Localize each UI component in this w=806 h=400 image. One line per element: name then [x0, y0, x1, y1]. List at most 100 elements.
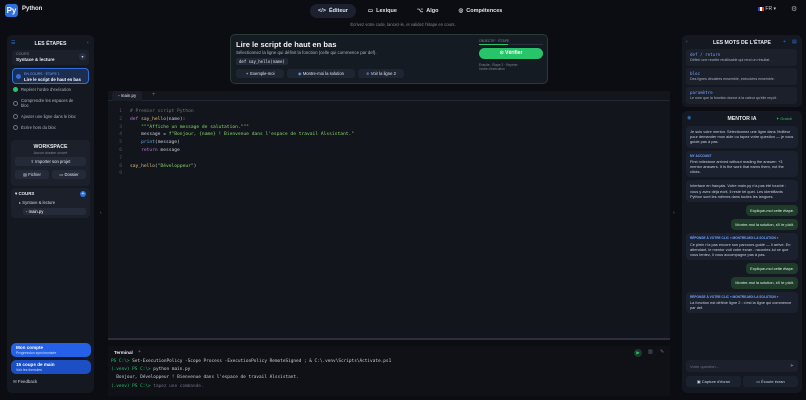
- code-line[interactable]: 5 print (message): [112, 139, 662, 147]
- next-step-note: Ensuite : Étape 2 · Repérer l'ordre d'exé…: [479, 63, 518, 72]
- right-panel: › LES MOTS DE L'ÉTAPE + ▤ def / return D…: [682, 35, 802, 393]
- add-icon[interactable]: +: [80, 191, 86, 197]
- word-card[interactable]: paramètre Le nom que la fonction donne à…: [686, 87, 797, 104]
- user-message: Explique-moi cette étape.: [746, 205, 798, 217]
- code-line[interactable]: 7: [112, 155, 662, 163]
- upload-icon: ⇪: [30, 159, 35, 164]
- main-nav: </> Éditeur ▭ Lexique ⌥ Algo ◎ Compétences: [310, 4, 510, 18]
- open-folder-button[interactable]: ▭ Dossier: [52, 170, 86, 179]
- chat-input[interactable]: Votre question... ➤: [686, 360, 798, 372]
- tree-file-main[interactable]: ▪ main.py: [23, 208, 86, 215]
- message-text: Montre-moi la solution, s'il te plaît.: [735, 280, 794, 286]
- message-text: First milestone arrived without reading …: [690, 158, 784, 175]
- code-token: # Premier script Python: [130, 109, 194, 114]
- message-text: Montre-moi la solution, s'il te plaît.: [735, 222, 794, 228]
- code-line[interactable]: 9: [112, 170, 662, 178]
- line-number: 6: [119, 147, 122, 153]
- edit-icon[interactable]: ✎: [660, 349, 664, 355]
- message-tag: RÉPONSE À VOTRE CLIC « MONTRE-MOI LA SOL…: [690, 236, 779, 241]
- code-area[interactable]: 1 # Premier script Python 2 def say_hello (n…: [112, 108, 662, 178]
- terminal-token: Set-ExecutionPolicy -Scope Process -Exec…: [132, 359, 392, 364]
- message-text: La fonction est définie ligne 2 : c'est …: [690, 299, 792, 311]
- book-icon: ▭: [367, 8, 374, 14]
- step-item[interactable]: Ajouter une ligne dans le bloc: [13, 114, 88, 119]
- code-line[interactable]: 6 return message: [112, 147, 662, 155]
- editor-tab-main[interactable]: ▪ main.py: [112, 91, 143, 101]
- step-item[interactable]: Comprendre les espaces de bloc: [13, 98, 88, 109]
- terminal-line: Bonjour, Développeur ! Bienvenue dans l'…: [111, 374, 661, 382]
- verify-button[interactable]: ⊙ Vérifier: [479, 48, 543, 59]
- code-line[interactable]: 1 # Premier script Python: [112, 108, 662, 116]
- code-token: say_hello: [130, 163, 155, 169]
- screen-share-button[interactable]: ▭ Écoute écran: [743, 376, 798, 387]
- example-button[interactable]: ✦ Exemple-moi: [236, 69, 284, 78]
- lessons-button[interactable]: 15 coups de main Voir les formules: [11, 360, 91, 374]
- new-tab-icon[interactable]: +: [152, 92, 156, 98]
- tree-title[interactable]: ▾ COURS: [15, 191, 34, 197]
- instruction-title: Lire le script de haut en bas: [236, 40, 337, 49]
- mentor-message: Je suis votre mentor. Sélectionnez une l…: [686, 126, 798, 148]
- collapse-left-icon[interactable]: ‹: [100, 210, 102, 216]
- code-token: message: [157, 147, 180, 153]
- instruction-desc: Sélectionnez la ligne qui définit la fon…: [236, 50, 377, 55]
- word-card[interactable]: bloc Des lignes décalées ensemble, exécu…: [686, 68, 797, 85]
- chat-icon: ✉: [13, 379, 17, 384]
- account-button[interactable]: Mon compte Progression synchronisée: [11, 343, 91, 357]
- code-line[interactable]: 8 say_hello("Développeur"): [112, 163, 662, 171]
- steps-panel: ☰ LES ÉTAPES ‹ COURS Syntaxe & lecture ▾…: [7, 35, 94, 393]
- tab-algo[interactable]: ⌥ Algo: [409, 4, 447, 18]
- code-line[interactable]: 2 def say_hello (name):: [112, 116, 662, 124]
- import-project-button[interactable]: ⇪ Importer son projet: [15, 157, 86, 166]
- terminal-output[interactable]: PS C:\> Set-ExecutionPolicy -Scope Proce…: [111, 358, 661, 391]
- course-select[interactable]: COURS Syntaxe & lecture ▾: [12, 50, 89, 65]
- tree-folder[interactable]: ▸ Syntaxe & lecture: [19, 200, 55, 205]
- mentor-card: ◉ MENTOR IA ✦ Gratuit Je suis votre ment…: [682, 111, 802, 393]
- gear-icon[interactable]: ⚙: [791, 5, 797, 13]
- code-line[interactable]: 4 message = f"Bonjour, {name} ! Bienvenu…: [112, 131, 662, 139]
- mentor-message: RÉPONSE À VOTRE CLIC « MONTRE-MOI LA SOL…: [686, 233, 798, 261]
- line-number: 7: [119, 155, 122, 161]
- target-icon: ⊕: [366, 71, 370, 76]
- monitor-icon: ▭: [756, 379, 761, 384]
- progress-fill: [479, 44, 508, 46]
- add-icon[interactable]: +: [783, 39, 786, 45]
- code-line[interactable]: 3 """Affiche un message de salutation.""…: [112, 124, 662, 132]
- screenshot-button[interactable]: ▣ Capture d'écran: [686, 376, 741, 387]
- tab-skills[interactable]: ◎ Compétences: [450, 4, 510, 18]
- python-file-icon: ▪: [118, 93, 120, 98]
- collapse-right-icon[interactable]: ›: [673, 210, 675, 216]
- word-card[interactable]: def / return Définir une recette réutili…: [686, 49, 797, 66]
- run-icon[interactable]: ▶: [634, 349, 642, 357]
- code-token: def: [130, 116, 142, 122]
- terminal-token: (.venv) PS C:\>: [111, 367, 154, 373]
- current-step[interactable]: EN COURS · ÉTAPE 1 Lire le script de hau…: [12, 68, 89, 84]
- tab-lexicon[interactable]: ▭ Lexique: [360, 4, 405, 18]
- diagram-icon: ⌥: [416, 8, 424, 14]
- code-token: message =: [130, 132, 169, 138]
- terminal-panel: Terminal + ▶ ▥ ✎ PS C:\> Set-ExecutionPo…: [108, 346, 670, 396]
- step-item[interactable]: Repérer l'ordre d'exécution: [13, 87, 88, 92]
- code-token: print: [141, 140, 155, 146]
- terminal-line: (.venv) PS C:\> python main.py: [111, 366, 661, 374]
- mentor-badge: ✦ Gratuit: [776, 117, 792, 121]
- mentor-message: Interface en français. Votre main.py n'a…: [686, 180, 798, 203]
- feedback-link[interactable]: ✉ Feedback: [13, 379, 37, 385]
- step-item[interactable]: Écrire hors du bloc: [13, 125, 88, 130]
- send-icon[interactable]: ➤: [790, 363, 794, 369]
- collapse-icon[interactable]: ‹: [87, 40, 89, 46]
- chat-messages[interactable]: Je suis votre mentor. Sélectionnez une l…: [686, 126, 798, 354]
- eye-icon: ◉: [297, 71, 302, 76]
- show-line-button[interactable]: ⊕ Voir la ligne 2: [358, 69, 404, 78]
- tab-editor[interactable]: </> Éditeur: [310, 4, 356, 18]
- solution-button[interactable]: ◉ Montre-moi la solution: [287, 69, 355, 78]
- editor-scrollbar[interactable]: [108, 338, 670, 340]
- code-token: "Développeur": [157, 163, 194, 169]
- trash-icon[interactable]: ▥: [648, 349, 653, 355]
- new-terminal-icon[interactable]: +: [138, 349, 141, 355]
- line-number: 4: [119, 132, 122, 138]
- line-number: 9: [119, 171, 122, 177]
- code-token: say_hello: [141, 116, 166, 122]
- open-file-button[interactable]: ▤ Fichier: [15, 170, 49, 179]
- language-selector[interactable]: FR ▾: [758, 6, 776, 12]
